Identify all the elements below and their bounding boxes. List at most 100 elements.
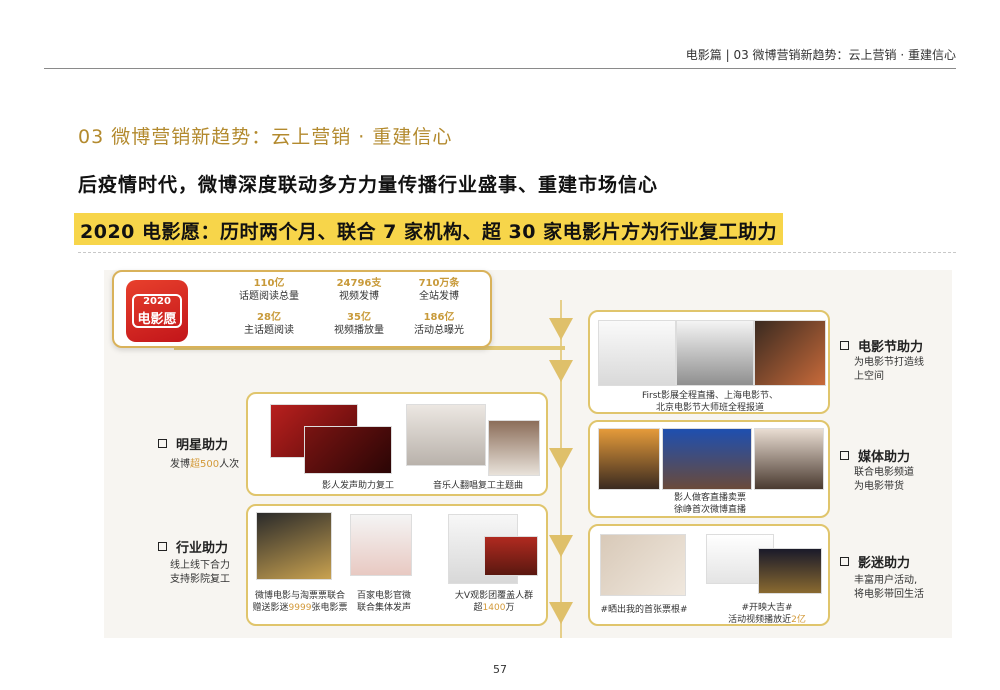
chevron-icon (549, 360, 573, 382)
highlight-banner: 2020 电影愿：历时两个月、联合 7 家机构、超 30 家电影片方为行业复工助… (74, 213, 784, 245)
caption-line: 活动视频播放近2亿 (710, 614, 824, 626)
stat-label: 全站发博 (419, 291, 459, 302)
stat-value: 186亿 (423, 312, 455, 323)
caption-text: 赠送影迷 (252, 603, 289, 613)
caption-line: 徐峥首次微博直播 (673, 505, 746, 515)
festival-screenshot (676, 320, 754, 386)
festival-support-desc: 为电影节打造线 上空间 (854, 356, 924, 384)
livestream-screenshot (754, 428, 824, 490)
section-title: 03 微博营销新趋势：云上营销 · 重建信心 (78, 126, 453, 148)
caption-line: 超1400万 (444, 602, 544, 614)
stat-item: 186亿 活动总曝光 (394, 312, 484, 337)
media-support-desc: 联合电影频道 为电影带货 (854, 466, 914, 494)
page-number: 57 (493, 663, 507, 676)
desc-highlight: 超500 (190, 459, 220, 470)
chevron-icon (549, 535, 573, 557)
logo-name: 电影愿 (137, 312, 177, 327)
festival-screenshot (598, 320, 676, 386)
caption-line: 大V观影团覆盖人群 (454, 591, 534, 601)
caption-line: 北京电影节大师班全程报道 (655, 403, 764, 413)
influencer-screenshot (484, 536, 538, 576)
side-title-text: 明星助力 (176, 438, 229, 453)
stat-value: 35亿 (347, 312, 371, 323)
desc-line: 上空间 (854, 371, 884, 382)
caption-text: 超 (473, 603, 483, 613)
star-caption-a: 影人发声助力复工 (321, 481, 394, 491)
chevron-icon (549, 602, 573, 624)
caption-line: 联合集体发声 (356, 603, 411, 613)
desc-line: 线上线下合力 (170, 560, 230, 571)
chevron-icon (549, 318, 573, 340)
stat-label: 话题阅读总量 (239, 291, 299, 302)
desc-line: 支持影院复工 (170, 574, 230, 585)
media-caption: 影人做客直播卖票 徐峥首次微博直播 (596, 492, 824, 516)
caption-line: 赠送影迷9999张电影票 (250, 602, 350, 614)
industry-support-desc: 线上线下合力 支持影院复工 (170, 559, 230, 587)
star-support-desc: 发博超500人次 (170, 458, 239, 472)
musician-screenshot (488, 420, 540, 476)
industry-caption-c: 大V观影团覆盖人群 超1400万 (444, 590, 544, 614)
fan-support-desc: 丰富用户活动, 将电影带回生活 (854, 574, 924, 602)
side-title-text: 媒体助力 (858, 450, 911, 465)
caption-line: 百家电影官微 (356, 591, 411, 601)
stat-value: 110亿 (253, 278, 285, 289)
caption-text: 活动视频播放近 (728, 615, 792, 625)
stats-card: 2020 电影愿 110亿 话题阅读总量 24796支 视频发博 710万条 全… (112, 270, 492, 348)
chevron-icon (549, 448, 573, 470)
header-title: 电影篇 | 03 微博营销新趋势：云上营销 · 重建信心 (685, 48, 956, 62)
stat-label: 主话题阅读 (244, 325, 294, 336)
side-title-text: 影迷助力 (858, 556, 911, 571)
festival-screenshot (754, 320, 826, 386)
side-title-text: 电影节助力 (858, 340, 924, 355)
desc-text: 发博 (170, 459, 190, 470)
star-caption-b: 音乐人翻唱复工主题曲 (432, 481, 523, 491)
festival-caption: First影展全程直播、上海电影节、 北京电影节大师班全程报道 (596, 390, 824, 414)
industry-support-box: 微博电影与淘票票联合 赠送影迷9999张电影票 百家电影官微 联合集体发声 大V… (246, 504, 548, 626)
caption-highlight: 9999 (288, 603, 312, 613)
caption-text: 万 (505, 603, 515, 613)
livestream-screenshot (598, 428, 660, 490)
industry-support-title: 行业助力 (158, 537, 228, 556)
star-screenshot (304, 426, 392, 474)
stat-item: 28亿 主话题阅读 (224, 312, 314, 337)
dashed-divider (78, 252, 956, 253)
industry-caption-b: 百家电影官微 联合集体发声 (344, 590, 424, 614)
fan-support-box: #晒出我的首张票根# #开映大吉# 活动视频播放近2亿 (588, 524, 830, 626)
stat-value: 24796支 (336, 278, 382, 289)
checkbox-square-icon (840, 451, 849, 460)
stat-item: 24796支 视频发博 (314, 278, 404, 303)
ticket-promo-screenshot (256, 512, 332, 580)
stat-value: 710万条 (418, 278, 460, 289)
festival-support-box: First影展全程直播、上海电影节、 北京电影节大师班全程报道 (588, 310, 830, 414)
caption-highlight: 2亿 (791, 615, 806, 625)
musician-screenshot (406, 404, 486, 466)
fan-caption-a: #晒出我的首张票根# (600, 605, 688, 615)
stat-label: 活动总曝光 (414, 325, 464, 336)
caption-line: 微博电影与淘票票联合 (254, 591, 345, 601)
media-support-title: 媒体助力 (840, 446, 910, 465)
film-wish-logo: 2020 电影愿 (126, 280, 188, 342)
fan-caption-b: #开映大吉# 活动视频播放近2亿 (710, 602, 824, 626)
star-support-title: 明星助力 (158, 434, 228, 453)
stat-item: 710万条 全站发博 (394, 278, 484, 303)
official-weibo-screenshot (350, 514, 412, 576)
caption-highlight: 1400 (482, 603, 506, 613)
media-support-box: 影人做客直播卖票 徐峥首次微博直播 (588, 420, 830, 518)
stat-value: 28亿 (257, 312, 281, 323)
desc-line: 为电影节打造线 (854, 357, 924, 368)
checkbox-square-icon (158, 439, 167, 448)
caption-text: 张电影票 (311, 603, 348, 613)
caption-line: #开映大吉# (741, 603, 793, 613)
stat-label: 视频发博 (339, 291, 379, 302)
desc-text: 人次 (219, 459, 240, 470)
checkbox-square-icon (158, 542, 167, 551)
side-title-text: 行业助力 (176, 541, 229, 556)
stat-item: 35亿 视频播放量 (314, 312, 404, 337)
header-divider (44, 68, 956, 69)
stat-item: 110亿 话题阅读总量 (224, 278, 314, 303)
industry-caption-a: 微博电影与淘票票联合 赠送影迷9999张电影票 (250, 590, 350, 614)
headline: 后疫情时代，微博深度联动多方力量传播行业盛事、重建市场信心 (78, 174, 659, 196)
desc-line: 丰富用户活动, (854, 575, 918, 586)
star-support-box: 影人发声助力复工 音乐人翻唱复工主题曲 (246, 392, 548, 496)
opening-video-screenshot (758, 548, 822, 594)
